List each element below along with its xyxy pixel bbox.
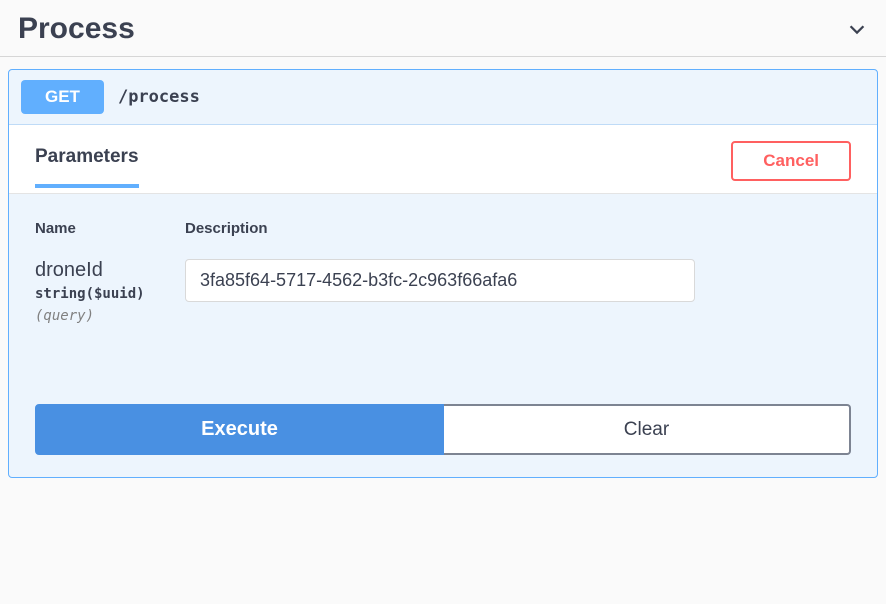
tab-row: Parameters Cancel bbox=[9, 125, 877, 194]
clear-button[interactable]: Clear bbox=[444, 404, 851, 455]
parameter-input-wrap bbox=[185, 259, 695, 302]
chevron-down-icon[interactable] bbox=[846, 18, 868, 40]
cancel-button[interactable]: Cancel bbox=[731, 141, 851, 181]
column-name-header: Name bbox=[35, 220, 185, 237]
parameter-value-input[interactable] bbox=[185, 259, 695, 302]
operation-block: GET /process Parameters Cancel Name Desc… bbox=[8, 69, 878, 478]
execute-button[interactable]: Execute bbox=[35, 404, 444, 455]
parameter-type: string($uuid) bbox=[35, 286, 185, 302]
parameters-body: Name Description droneId string($uuid) (… bbox=[9, 194, 877, 334]
method-badge: GET bbox=[21, 80, 104, 114]
section-header[interactable]: Process bbox=[0, 0, 886, 57]
section-title: Process bbox=[18, 12, 135, 46]
tab-parameters[interactable]: Parameters bbox=[35, 146, 139, 188]
parameter-name: droneId bbox=[35, 259, 185, 282]
column-description-header: Description bbox=[185, 220, 851, 237]
operation-summary[interactable]: GET /process bbox=[9, 70, 877, 125]
parameter-row: droneId string($uuid) (query) bbox=[35, 259, 851, 324]
parameter-meta: droneId string($uuid) (query) bbox=[35, 259, 185, 324]
parameter-in: (query) bbox=[35, 308, 185, 324]
operation-path: /process bbox=[118, 87, 200, 107]
column-headers: Name Description bbox=[35, 220, 851, 237]
action-button-row: Execute Clear bbox=[35, 404, 851, 455]
